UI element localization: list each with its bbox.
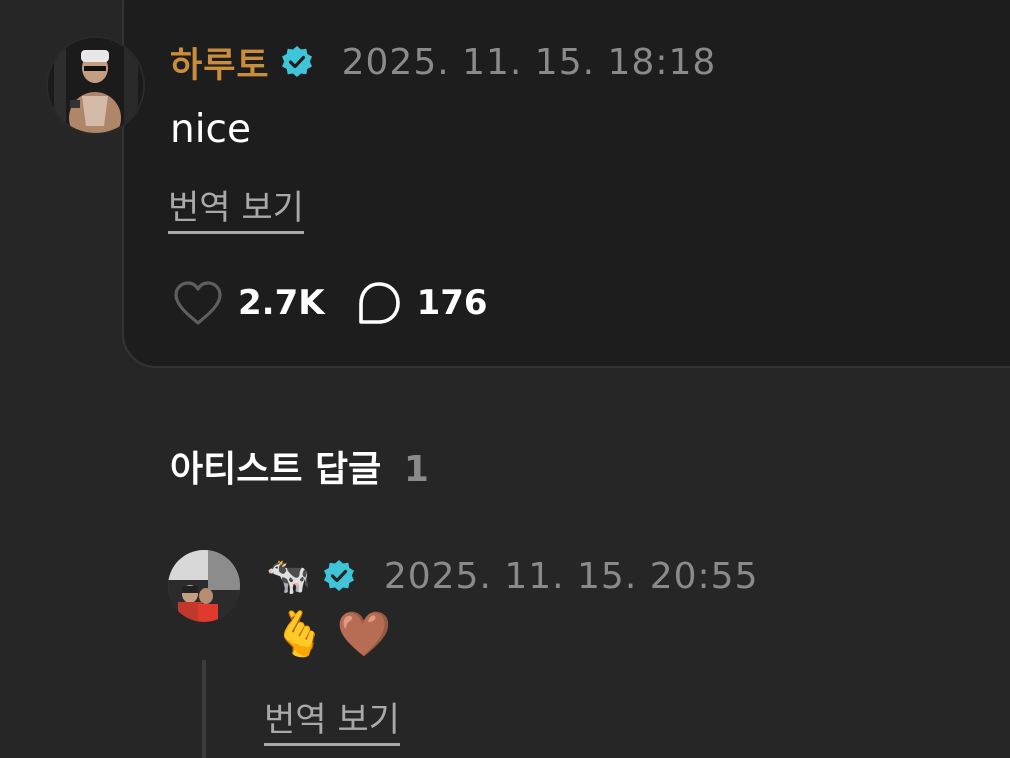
post-author-row: 하루토 2025. 11. 15. 18:18 (170, 38, 716, 86)
comment-button[interactable]: 176 (355, 280, 488, 326)
comment-thread-page: 하루토 2025. 11. 15. 18:18 nice 번역 보기 2.7K … (0, 0, 1010, 758)
heart-icon (174, 281, 222, 325)
artist-replies-title: 아티스트 답글 (170, 449, 382, 490)
post-timestamp: 2025. 11. 15. 18:18 (341, 41, 717, 83)
reply-author-name[interactable]: 🐄 (266, 555, 312, 597)
like-button[interactable]: 2.7K (172, 280, 325, 326)
artist-replies-count: 1 (403, 449, 429, 490)
post-author-avatar[interactable] (48, 38, 143, 133)
verified-badge-icon (281, 46, 312, 77)
post-stats-row: 2.7K 176 (172, 280, 488, 326)
post-translate-link[interactable]: 번역 보기 (168, 180, 304, 234)
avatar-photo-icon (48, 38, 143, 133)
like-count: 2.7K (238, 283, 325, 323)
thread-line (202, 660, 206, 758)
verified-badge-icon (323, 560, 354, 591)
comment-bubble-icon (358, 282, 400, 324)
avatar-photo-icon (168, 550, 240, 622)
reply-translate-link[interactable]: 번역 보기 (264, 692, 400, 746)
reply-text: 🫰🤎 (272, 609, 402, 660)
comment-count: 176 (416, 283, 488, 323)
artist-replies-header: 아티스트 답글 1 (170, 440, 429, 492)
reply-author-avatar[interactable] (168, 550, 240, 622)
reply-author-row: 🐄 2025. 11. 15. 20:55 (266, 552, 758, 600)
post-text: nice (170, 107, 251, 152)
post-author-name[interactable]: 하루토 (170, 37, 270, 88)
reply-timestamp: 2025. 11. 15. 20:55 (383, 555, 759, 597)
